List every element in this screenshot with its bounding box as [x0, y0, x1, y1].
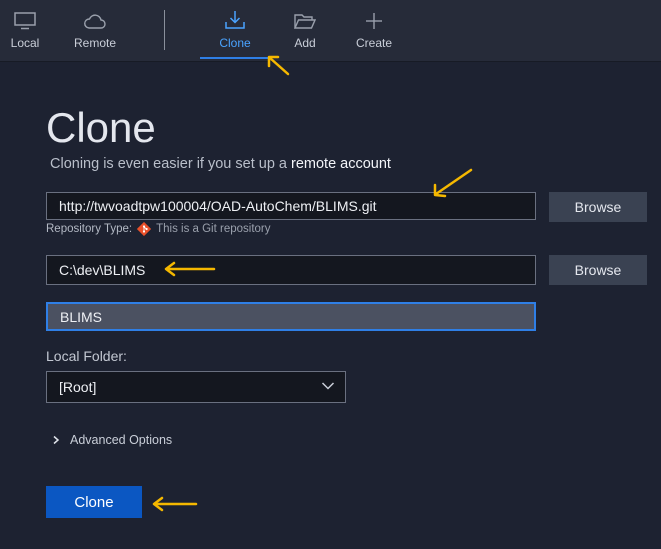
toolbar-local-button[interactable]: Local: [8, 0, 42, 61]
repository-type: Repository Type: This is a Git repositor…: [46, 222, 271, 236]
browse-path-button[interactable]: Browse: [549, 255, 647, 285]
page-title: Clone: [46, 104, 156, 151]
toolbar-add-button[interactable]: Add: [287, 0, 323, 61]
repo-type-label: Repository Type:: [46, 223, 133, 235]
destination-path-input[interactable]: [46, 255, 536, 285]
toolbar-add-label: Add: [294, 36, 316, 50]
annotation-arrow-icon: [267, 55, 290, 76]
cloud-icon: [83, 0, 107, 30]
active-tab-indicator: [200, 57, 270, 59]
advanced-options-toggle[interactable]: Advanced Options: [52, 433, 172, 447]
toolbar-clone-label: Clone: [219, 36, 251, 50]
toolbar: Local Remote Clone Add Create: [0, 0, 661, 62]
local-folder-value: [Root]: [59, 379, 97, 395]
toolbar-clone-button[interactable]: Clone: [210, 0, 260, 61]
git-icon: [137, 222, 152, 236]
local-folder-label: Local Folder:: [46, 348, 127, 364]
annotation-arrow-icon: [164, 261, 216, 277]
subtitle-text: Cloning is even easier if you set up a: [50, 156, 291, 172]
download-icon: [224, 0, 246, 30]
repo-type-value: This is a Git repository: [156, 223, 271, 235]
monitor-icon: [14, 0, 36, 30]
toolbar-create-label: Create: [355, 36, 393, 50]
plus-icon: [365, 0, 383, 30]
page-subtitle: Cloning is even easier if you set up a r…: [50, 156, 391, 172]
chevron-down-icon: [321, 382, 335, 390]
toolbar-remote-button[interactable]: Remote: [68, 0, 122, 61]
repository-name-input[interactable]: [46, 302, 536, 331]
browse-url-button[interactable]: Browse: [549, 192, 647, 222]
toolbar-divider: [164, 10, 165, 50]
toolbar-create-button[interactable]: Create: [353, 0, 395, 61]
clone-button[interactable]: Clone: [46, 486, 142, 518]
annotation-arrow-icon: [152, 496, 198, 512]
advanced-options-label: Advanced Options: [70, 433, 173, 447]
folder-open-icon: [294, 0, 316, 30]
toolbar-remote-label: Remote: [73, 36, 117, 50]
local-folder-select[interactable]: [Root]: [46, 371, 346, 403]
annotation-arrow-icon: [433, 168, 473, 198]
chevron-right-icon: [53, 435, 60, 445]
remote-account-link[interactable]: remote account: [291, 156, 391, 172]
toolbar-local-label: Local: [10, 36, 40, 50]
